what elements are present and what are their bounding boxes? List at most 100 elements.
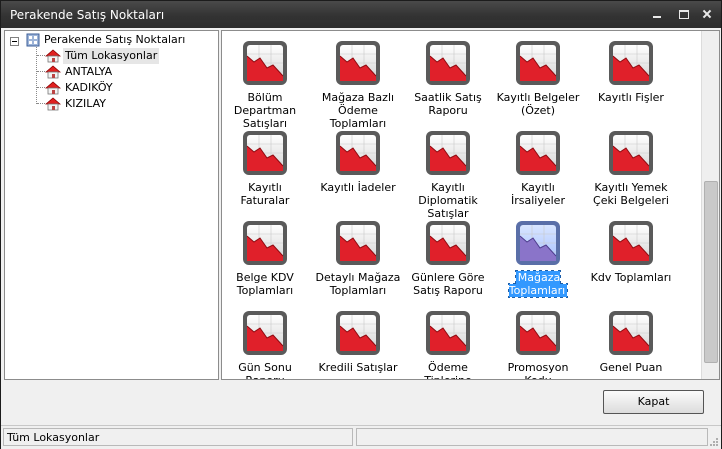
report-item[interactable]: Günlere Göre Satış Raporu <box>405 211 491 301</box>
report-label-text: Kdv Toplamları <box>590 271 672 284</box>
report-item[interactable]: Promosyon Kodu <box>495 301 581 379</box>
report-chart-icon <box>516 41 560 85</box>
house-icon <box>45 81 61 95</box>
report-label-text: Promosyon Kodu <box>507 361 569 379</box>
report-chart-icon <box>426 311 470 355</box>
report-label: Kayıtlı Fişler <box>588 91 674 104</box>
report-chart-icon <box>426 131 470 175</box>
window-title: Perakende Satış Noktaları <box>10 8 165 22</box>
minimize-button[interactable] <box>649 7 665 21</box>
report-item[interactable]: Kayıtlı İadeler <box>315 121 401 211</box>
report-item[interactable]: Kayıtlı İrsaliyeler <box>495 121 581 211</box>
report-chart-icon <box>336 311 380 355</box>
report-label: Ödeme Tiplerine <box>405 361 491 379</box>
report-label-text: Kayıtlı Yemek Çeki Belgeleri <box>593 181 669 207</box>
report-label-text: Mağaza Toplamları <box>507 270 569 298</box>
report-item[interactable]: Kdv Toplamları <box>588 211 674 301</box>
report-label: Kayıtlı Yemek Çeki Belgeleri <box>588 181 674 207</box>
report-item[interactable]: Kayıtlı Diplomatik Satışlar <box>405 121 491 220</box>
tree-item-label: Tüm Lokasyonlar <box>63 48 160 64</box>
house-icon <box>45 97 61 111</box>
report-chart-icon <box>609 131 653 175</box>
tree-item-label: ANTALYA <box>65 65 113 78</box>
tree-item-kadikoy[interactable]: KADIKÖY <box>5 80 215 96</box>
report-grid[interactable]: Bölüm Departman Satışları Mağaza Bazlı Öd… <box>221 30 720 380</box>
report-chart-icon <box>243 131 287 175</box>
report-label-text: Gün Sonu Raporu <box>238 361 292 379</box>
report-chart-icon <box>243 41 287 85</box>
report-label-text: Kayıtlı Faturalar <box>240 181 290 207</box>
report-item[interactable]: Ödeme Tiplerine <box>405 301 491 379</box>
report-item[interactable]: Bölüm Departman Satışları <box>222 31 308 130</box>
report-item[interactable]: Kayıtlı Yemek Çeki Belgeleri <box>588 121 674 211</box>
report-label-text: Genel Puan <box>599 361 663 374</box>
report-label-text: Detaylı Mağaza Toplamları <box>315 271 401 297</box>
report-item[interactable]: Genel Puan <box>588 301 674 379</box>
report-chart-icon <box>243 221 287 265</box>
report-label: Kredili Satışlar <box>315 361 401 374</box>
house-icon <box>45 65 61 79</box>
tree-root-label: Perakende Satış Noktaları <box>44 33 186 46</box>
report-chart-icon <box>336 131 380 175</box>
main-window: Perakende Satış Noktaları Perakende Satı… <box>0 0 722 449</box>
report-item[interactable]: Detaylı Mağaza Toplamları <box>315 211 401 301</box>
status-bar: Tüm Lokasyonlar <box>1 425 721 449</box>
report-label-text: Kayıtlı Belgeler (Özet) <box>496 91 580 117</box>
report-item[interactable]: Mağaza Toplamları <box>495 211 581 301</box>
report-chart-icon <box>516 311 560 355</box>
report-item[interactable]: Kayıtlı Faturalar <box>222 121 308 211</box>
title-bar[interactable]: Perakende Satış Noktaları <box>1 1 721 28</box>
report-item[interactable]: Kayıtlı Fişler <box>588 31 674 121</box>
report-label: Genel Puan <box>588 361 674 374</box>
report-chart-icon <box>243 311 287 355</box>
close-window-button[interactable] <box>699 7 715 21</box>
report-label: Kayıtlı İadeler <box>315 181 401 194</box>
report-chart-icon <box>516 131 560 175</box>
report-label: Belge KDV Toplamları <box>222 271 308 297</box>
location-tree[interactable]: Perakende Satış Noktaları Tüm Lokasyonla… <box>4 30 219 380</box>
report-chart-icon <box>426 221 470 265</box>
report-label-text: Kayıtlı İrsaliyeler <box>511 181 565 207</box>
report-item[interactable]: Gün Sonu Raporu <box>222 301 308 379</box>
report-label: Detaylı Mağaza Toplamları <box>315 271 401 297</box>
report-label-text: Saatlik Satış Raporu <box>414 91 482 117</box>
tree-root[interactable]: Perakende Satış Noktaları <box>5 32 215 48</box>
resize-grip-icon[interactable] <box>709 437 719 447</box>
close-button[interactable]: Kapat <box>603 390 704 414</box>
house-icon <box>45 49 61 63</box>
report-label-text: Ödeme Tiplerine <box>424 361 472 379</box>
status-panel-2 <box>356 428 708 446</box>
vertical-scrollbar[interactable] <box>701 31 719 379</box>
report-item[interactable]: Kayıtlı Belgeler (Özet) <box>495 31 581 121</box>
report-label: Gün Sonu Raporu <box>222 361 308 379</box>
tree-item-label: KIZILAY <box>65 97 107 110</box>
report-label: Saatlik Satış Raporu <box>405 91 491 117</box>
report-label: Kdv Toplamları <box>588 271 674 284</box>
maximize-button[interactable] <box>676 7 692 21</box>
tree-item-antalya[interactable]: ANTALYA <box>5 64 215 80</box>
tree-item-kizilay[interactable]: KIZILAY <box>5 96 215 112</box>
report-item[interactable]: Saatlik Satış Raporu <box>405 31 491 121</box>
report-chart-icon <box>609 311 653 355</box>
report-label: Kayıtlı Belgeler (Özet) <box>495 91 581 117</box>
report-label: Günlere Göre Satış Raporu <box>405 271 491 297</box>
report-chart-icon <box>426 41 470 85</box>
report-chart-icon <box>609 41 653 85</box>
scrollbar-thumb[interactable] <box>704 181 718 363</box>
report-item[interactable]: Mağaza Bazlı Ödeme Toplamları <box>315 31 401 130</box>
tree-item-label: KADIKÖY <box>65 81 113 94</box>
report-chart-icon <box>516 221 560 265</box>
report-label-text: Kayıtlı Fişler <box>598 91 664 104</box>
status-location: Tüm Lokasyonlar <box>3 428 353 446</box>
tree-item-tum-lokasyonlar[interactable]: Tüm Lokasyonlar <box>5 48 215 64</box>
report-item[interactable]: Belge KDV Toplamları <box>222 211 308 301</box>
report-label: Mağaza Toplamları <box>495 270 581 298</box>
report-chart-icon <box>336 221 380 265</box>
collapse-toggle-icon[interactable] <box>10 37 19 46</box>
report-label-text: Kredili Satışlar <box>318 361 398 374</box>
report-label-text: Belge KDV Toplamları <box>236 271 294 297</box>
report-label: Promosyon Kodu <box>495 361 581 379</box>
report-item[interactable]: Kredili Satışlar <box>315 301 401 379</box>
network-icon <box>26 33 40 47</box>
report-label: Kayıtlı İrsaliyeler <box>495 181 581 207</box>
